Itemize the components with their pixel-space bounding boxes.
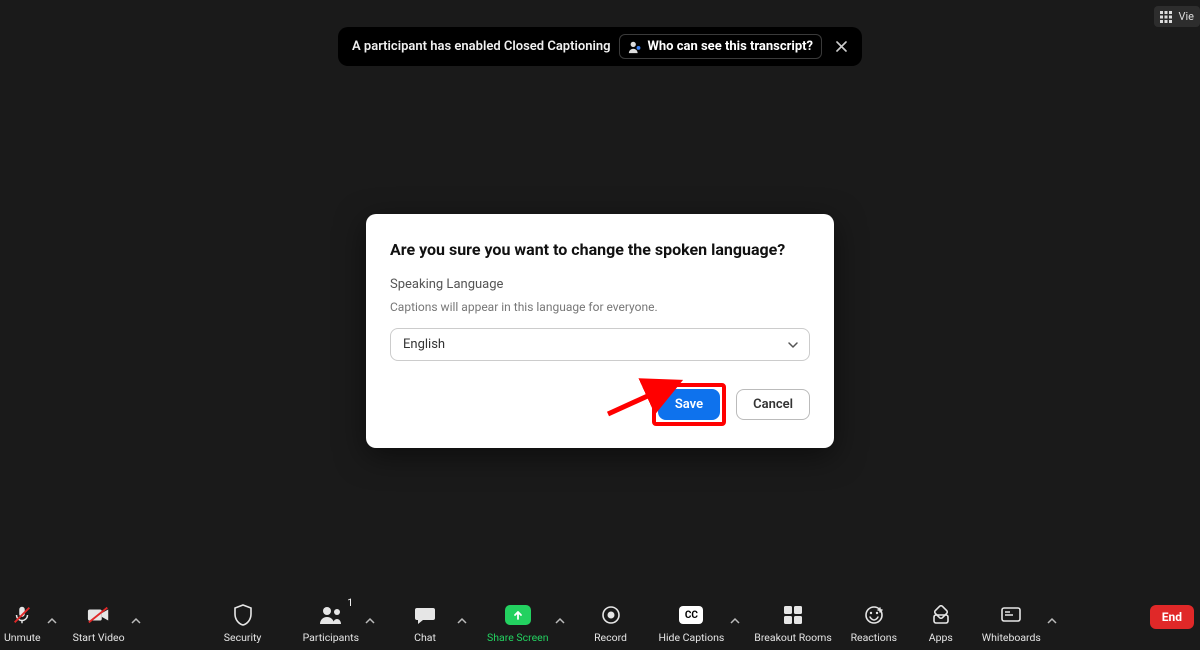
- chevron-up-icon: [131, 616, 141, 626]
- video-off-icon: [87, 605, 111, 625]
- chat-icon: [414, 605, 436, 625]
- close-icon: [836, 41, 847, 52]
- chevron-up-icon: [1047, 616, 1057, 626]
- apps-label: Apps: [929, 631, 953, 644]
- end-meeting-button[interactable]: End: [1150, 605, 1194, 629]
- end-label: End: [1162, 610, 1182, 624]
- reactions-label: Reactions: [851, 631, 897, 644]
- share-screen-icon: [512, 609, 524, 621]
- grid-icon: [1160, 11, 1172, 23]
- hide-captions-button[interactable]: CC Hide Captions: [655, 594, 729, 648]
- chevron-up-icon: [730, 616, 740, 626]
- whiteboards-icon: [1000, 605, 1022, 625]
- view-toggle[interactable]: Vie: [1154, 6, 1200, 27]
- reactions-icon: [864, 605, 884, 625]
- participants-icon: [318, 605, 344, 625]
- start-video-button[interactable]: Start Video: [69, 594, 129, 648]
- record-icon: [601, 605, 621, 625]
- chevron-up-icon: [47, 616, 57, 626]
- participants-button[interactable]: 1 Participants: [299, 594, 363, 648]
- chat-options-caret[interactable]: [455, 594, 469, 648]
- chevron-up-icon: [555, 616, 565, 626]
- view-label: Vie: [1178, 10, 1194, 23]
- cc-icon: CC: [679, 606, 703, 624]
- closed-caption-notification: A participant has enabled Closed Caption…: [338, 27, 862, 66]
- chat-button[interactable]: Chat: [395, 594, 455, 648]
- notification-close-button[interactable]: [830, 36, 852, 58]
- video-options-caret[interactable]: [129, 594, 143, 648]
- who-can-see-link[interactable]: Who can see this transcript?: [619, 34, 822, 59]
- start-video-label: Start Video: [73, 631, 125, 644]
- meeting-toolbar: Unmute Start Video Security 1 Participan…: [0, 592, 1200, 650]
- shield-icon: [233, 604, 253, 626]
- breakout-rooms-button[interactable]: Breakout Rooms: [750, 594, 836, 648]
- who-link-text: Who can see this transcript?: [648, 39, 813, 54]
- share-screen-label: Share Screen: [487, 631, 549, 644]
- unmute-label: Unmute: [4, 631, 41, 644]
- reactions-button[interactable]: Reactions: [844, 594, 904, 648]
- dialog-actions: Save Cancel: [390, 383, 810, 426]
- chevron-up-icon: [457, 616, 467, 626]
- participants-options-caret[interactable]: [363, 594, 377, 648]
- breakout-rooms-label: Breakout Rooms: [754, 631, 832, 644]
- security-label: Security: [224, 631, 262, 644]
- apps-button[interactable]: Apps: [916, 594, 966, 648]
- audio-options-caret[interactable]: [45, 594, 59, 648]
- breakout-rooms-icon: [783, 605, 803, 625]
- chevron-down-icon: [787, 339, 799, 351]
- apps-icon: [931, 605, 951, 625]
- chat-label: Chat: [414, 631, 436, 644]
- participants-count: 1: [347, 598, 353, 609]
- unmute-button[interactable]: Unmute: [0, 594, 45, 648]
- selected-language-value: English: [403, 337, 445, 352]
- annotation-highlight: Save: [652, 383, 726, 426]
- captions-help-text: Captions will appear in this language fo…: [390, 300, 810, 314]
- speaking-language-label: Speaking Language: [390, 277, 810, 292]
- record-label: Record: [594, 631, 627, 644]
- language-select[interactable]: English: [390, 328, 810, 361]
- captions-options-caret[interactable]: [728, 594, 742, 648]
- participants-label: Participants: [303, 631, 359, 644]
- person-icon: [628, 40, 642, 54]
- notification-message: A participant has enabled Closed Caption…: [352, 39, 611, 54]
- whiteboards-options-caret[interactable]: [1045, 594, 1059, 648]
- record-button[interactable]: Record: [581, 594, 641, 648]
- hide-captions-label: Hide Captions: [659, 631, 725, 644]
- save-button[interactable]: Save: [658, 389, 720, 420]
- microphone-muted-icon: [11, 604, 33, 626]
- share-screen-button[interactable]: Share Screen: [483, 594, 553, 648]
- cancel-button[interactable]: Cancel: [736, 389, 810, 420]
- chevron-up-icon: [365, 616, 375, 626]
- security-button[interactable]: Security: [213, 594, 273, 648]
- change-language-dialog: Are you sure you want to change the spok…: [366, 214, 834, 448]
- whiteboards-button[interactable]: Whiteboards: [978, 594, 1045, 648]
- dialog-title: Are you sure you want to change the spok…: [390, 240, 810, 259]
- whiteboards-label: Whiteboards: [982, 631, 1041, 644]
- share-screen-options-caret[interactable]: [553, 594, 567, 648]
